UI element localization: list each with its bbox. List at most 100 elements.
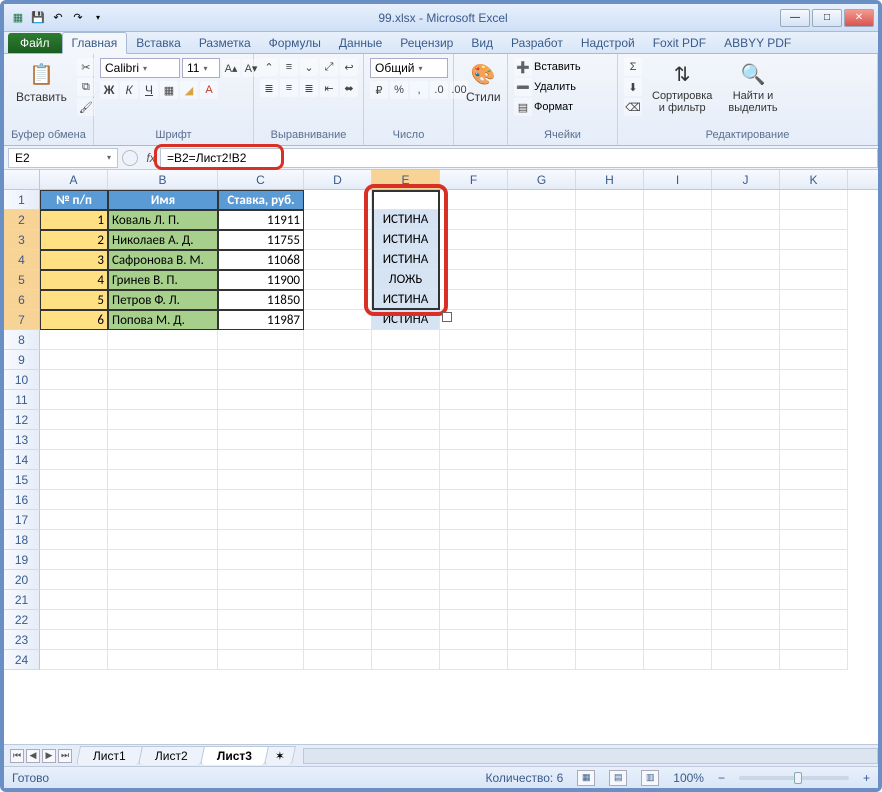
row-header[interactable]: 8 [4, 330, 40, 350]
cell-B2[interactable]: Коваль Л. П. [108, 210, 218, 230]
col-C[interactable]: C [218, 170, 304, 189]
cell-C19[interactable] [218, 550, 304, 570]
cell-H9[interactable] [576, 350, 644, 370]
minimize-button[interactable]: — [780, 9, 810, 27]
clear-icon[interactable]: ⌫ [624, 98, 642, 116]
cell-F10[interactable] [440, 370, 508, 390]
cell-B9[interactable] [108, 350, 218, 370]
cell-A13[interactable] [40, 430, 108, 450]
cell-G12[interactable] [508, 410, 576, 430]
fill-color-icon[interactable]: ◢ [180, 81, 198, 99]
cell-E3[interactable]: ИСТИНА [372, 230, 440, 250]
cell-F4[interactable] [440, 250, 508, 270]
cell-C4[interactable]: 11068 [218, 250, 304, 270]
cell-J9[interactable] [712, 350, 780, 370]
cell-A23[interactable] [40, 630, 108, 650]
row-header[interactable]: 7 [4, 310, 40, 330]
cell-F21[interactable] [440, 590, 508, 610]
redo-icon[interactable]: ↷ [70, 10, 86, 26]
bold-icon[interactable]: Ж [100, 81, 118, 99]
cell-I14[interactable] [644, 450, 712, 470]
align-middle-icon[interactable]: ≡ [280, 58, 298, 76]
cell-H21[interactable] [576, 590, 644, 610]
row-header[interactable]: 11 [4, 390, 40, 410]
tab-abbyy[interactable]: ABBYY PDF [715, 33, 800, 53]
cell-C5[interactable]: 11900 [218, 270, 304, 290]
cell-A10[interactable] [40, 370, 108, 390]
cell-E23[interactable] [372, 630, 440, 650]
cell-A21[interactable] [40, 590, 108, 610]
cell-F20[interactable] [440, 570, 508, 590]
fill-handle-icon[interactable] [442, 312, 452, 322]
cell-A19[interactable] [40, 550, 108, 570]
undo-icon[interactable]: ↶ [50, 10, 66, 26]
cell-G20[interactable] [508, 570, 576, 590]
cell-A17[interactable] [40, 510, 108, 530]
row-header[interactable]: 24 [4, 650, 40, 670]
cell-A14[interactable] [40, 450, 108, 470]
italic-icon[interactable]: К [120, 81, 138, 99]
cell-G14[interactable] [508, 450, 576, 470]
cell-K10[interactable] [780, 370, 848, 390]
cell-I16[interactable] [644, 490, 712, 510]
cell-C10[interactable] [218, 370, 304, 390]
wrap-text-icon[interactable]: ↩ [340, 58, 358, 76]
autosum-icon[interactable]: Σ [624, 58, 642, 76]
font-name-combo[interactable]: Calibri▾ [100, 58, 180, 78]
worksheet-grid[interactable]: A B C D E F G H I J K 1№ п/пИмяСтавка, р… [4, 170, 878, 750]
zoom-thumb[interactable] [794, 772, 802, 784]
cell-B24[interactable] [108, 650, 218, 670]
cell-F6[interactable] [440, 290, 508, 310]
cell-C13[interactable] [218, 430, 304, 450]
currency-icon[interactable]: ₽ [370, 81, 388, 99]
row-header[interactable]: 20 [4, 570, 40, 590]
cell-H11[interactable] [576, 390, 644, 410]
cell-G16[interactable] [508, 490, 576, 510]
cell-B16[interactable] [108, 490, 218, 510]
cell-I18[interactable] [644, 530, 712, 550]
align-right-icon[interactable]: ≣ [300, 79, 318, 97]
cell-D9[interactable] [304, 350, 372, 370]
cell-E6[interactable]: ИСТИНА [372, 290, 440, 310]
indent-dec-icon[interactable]: ⇤ [320, 79, 338, 97]
cell-I15[interactable] [644, 470, 712, 490]
cell-J22[interactable] [712, 610, 780, 630]
row-header[interactable]: 5 [4, 270, 40, 290]
cell-J17[interactable] [712, 510, 780, 530]
cell-J14[interactable] [712, 450, 780, 470]
zoom-in-button[interactable]: + [863, 771, 870, 785]
tab-insert[interactable]: Вставка [127, 33, 190, 53]
row-header[interactable]: 9 [4, 350, 40, 370]
cell-D8[interactable] [304, 330, 372, 350]
insert-cells-button[interactable]: ➕Вставить [514, 58, 581, 76]
cell-J13[interactable] [712, 430, 780, 450]
cell-J23[interactable] [712, 630, 780, 650]
cell-H13[interactable] [576, 430, 644, 450]
cell-A24[interactable] [40, 650, 108, 670]
cell-C24[interactable] [218, 650, 304, 670]
col-H[interactable]: H [576, 170, 644, 189]
qat-dropdown-icon[interactable]: ▾ [90, 10, 106, 26]
cell-H16[interactable] [576, 490, 644, 510]
cell-B21[interactable] [108, 590, 218, 610]
cell-G18[interactable] [508, 530, 576, 550]
close-button[interactable]: ✕ [844, 9, 874, 27]
cell-K7[interactable] [780, 310, 848, 330]
cell-A22[interactable] [40, 610, 108, 630]
cell-K24[interactable] [780, 650, 848, 670]
cell-K5[interactable] [780, 270, 848, 290]
sheet-nav-prev-icon[interactable]: ◀ [26, 749, 40, 763]
cell-J19[interactable] [712, 550, 780, 570]
format-cells-button[interactable]: ▤Формат [514, 98, 573, 116]
cell-G1[interactable] [508, 190, 576, 210]
cell-C21[interactable] [218, 590, 304, 610]
cell-E15[interactable] [372, 470, 440, 490]
cell-A8[interactable] [40, 330, 108, 350]
cell-F9[interactable] [440, 350, 508, 370]
cell-C7[interactable]: 11987 [218, 310, 304, 330]
zoom-slider[interactable] [739, 776, 849, 780]
cell-G21[interactable] [508, 590, 576, 610]
cell-A4[interactable]: 3 [40, 250, 108, 270]
cell-H17[interactable] [576, 510, 644, 530]
cell-I23[interactable] [644, 630, 712, 650]
